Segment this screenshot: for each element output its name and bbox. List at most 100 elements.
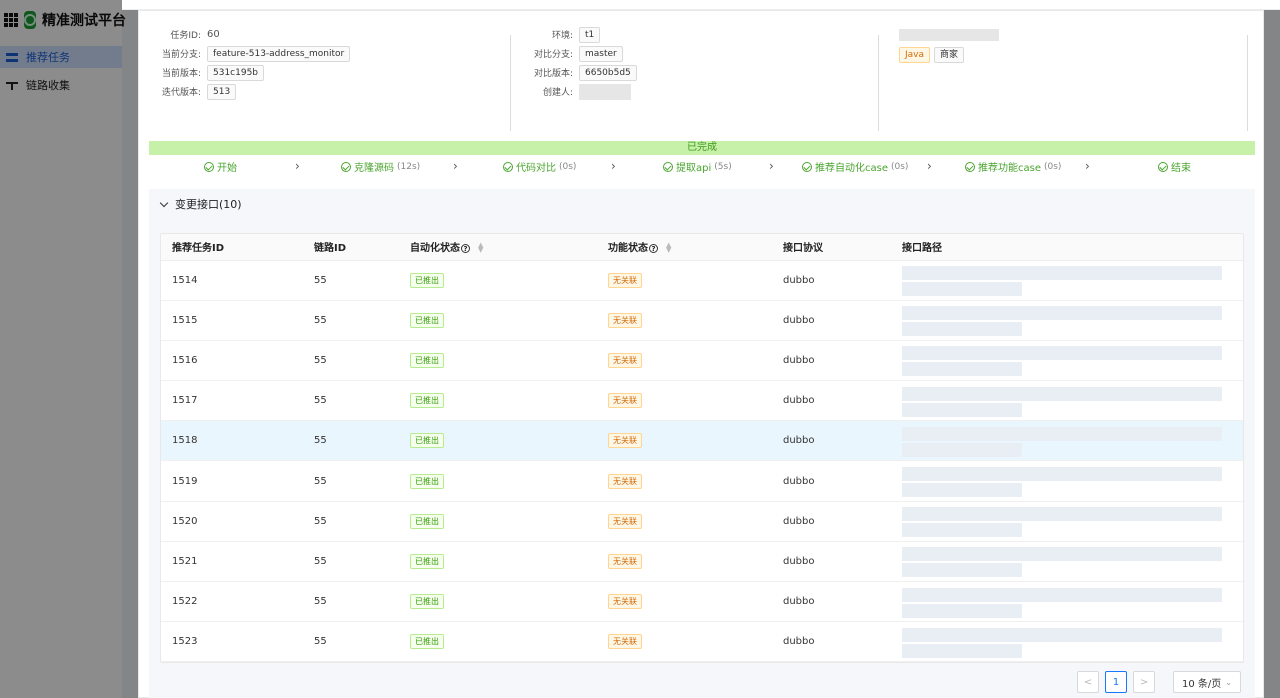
path-blurred <box>902 603 1022 618</box>
progress-steps: 开始 › 克隆源码 (12s) › 代码对比 (0s) › 提取api (5s) › … <box>149 159 1255 179</box>
check-circle-icon <box>204 161 214 172</box>
col-auto-status[interactable]: 自动化状态? ▲ ▼ <box>399 234 597 261</box>
chevron-right-icon: › <box>927 159 932 173</box>
table-row[interactable]: 1521 55 已推出 无关联 dubbo <box>161 541 1243 583</box>
table-row[interactable]: 1516 55 已推出 无关联 dubbo <box>161 340 1243 382</box>
page-1-button[interactable]: 1 <box>1105 671 1128 693</box>
auto-status-badge: 已推出 <box>410 352 444 368</box>
cell-path[interactable] <box>891 380 1243 422</box>
check-circle-icon <box>965 161 975 172</box>
cell-protocol: dubbo <box>772 501 891 542</box>
cur-version-tag: 531c195b <box>207 64 265 81</box>
func-status-badge: 无关联 <box>608 513 642 529</box>
table-row[interactable]: 1518 55 已推出 无关联 dubbo <box>161 420 1243 462</box>
path-blurred <box>902 523 1022 538</box>
cell-chain-id: 55 <box>303 581 399 623</box>
path-blurred <box>902 467 1222 482</box>
table-row[interactable]: 1520 55 已推出 无关联 dubbo <box>161 501 1243 542</box>
table-row[interactable]: 1515 55 已推出 无关联 dubbo <box>161 300 1243 341</box>
cell-chain-id: 55 <box>303 260 399 301</box>
chevron-down-icon <box>159 198 169 207</box>
cell-path[interactable] <box>891 501 1243 542</box>
func-status-badge: 无关联 <box>608 553 642 569</box>
auto-status-badge: 已推出 <box>410 312 444 328</box>
cell-chain-id: 55 <box>303 300 399 341</box>
check-circle-icon <box>341 161 351 172</box>
cell-path[interactable] <box>891 420 1243 462</box>
cell-protocol: dubbo <box>772 621 891 662</box>
chevron-right-icon: › <box>453 159 458 173</box>
table-row[interactable]: 1519 55 已推出 无关联 dubbo <box>161 460 1243 502</box>
func-status-badge: 无关联 <box>608 352 642 368</box>
path-blurred <box>902 587 1222 602</box>
path-blurred <box>902 426 1222 441</box>
section-title: 变更接口(10) <box>175 198 242 211</box>
sort-icon: ▲ ▼ <box>666 241 672 255</box>
path-blurred <box>902 362 1022 377</box>
func-status-badge: 无关联 <box>608 272 642 288</box>
sidebar-item-chain-collect[interactable]: 链路收集 <box>0 74 122 96</box>
func-status-badge: 无关联 <box>608 312 642 328</box>
table-row[interactable]: 1514 55 已推出 无关联 dubbo <box>161 260 1243 301</box>
table-row[interactable]: 1523 55 已推出 无关联 dubbo <box>161 621 1243 662</box>
cell-task-id: 1522 <box>161 581 303 623</box>
page-size-select[interactable]: 10 条/页 ⌄ <box>1173 671 1241 693</box>
cell-task-id: 1519 <box>161 460 303 502</box>
func-status-badge: 无关联 <box>608 634 642 650</box>
cell-path[interactable] <box>891 621 1243 662</box>
cell-path[interactable] <box>891 581 1243 623</box>
path-blurred <box>902 507 1222 522</box>
table-row[interactable]: 1522 55 已推出 无关联 dubbo <box>161 581 1243 623</box>
pagination: < 1 > 10 条/页 ⌄ <box>1077 671 1241 693</box>
auto-status-badge: 已推出 <box>410 553 444 569</box>
auto-status-badge: 已推出 <box>410 513 444 529</box>
info-col-right: Java 商家 <box>899 25 999 63</box>
chevron-right-icon: › <box>769 159 774 173</box>
col-func-status[interactable]: 功能状态? ▲ ▼ <box>597 234 772 261</box>
info-col-left: 任务ID: 60 当前分支: feature-513-address_monitor… <box>139 25 351 101</box>
cell-task-id: 1517 <box>161 380 303 422</box>
check-circle-icon <box>1158 161 1168 172</box>
sidebar-item-recommend-task[interactable]: 推荐任务 <box>0 46 122 68</box>
cell-path[interactable] <box>891 541 1243 583</box>
cur-branch-tag: feature-513-address_monitor <box>207 45 351 62</box>
sidebar: 精准测试平台 推荐任务 链路收集 <box>0 0 126 698</box>
link-icon <box>6 80 18 90</box>
cmp-branch-label: 对比分支: <box>533 50 573 60</box>
path-blurred <box>902 442 1022 457</box>
next-page-button[interactable]: > <box>1133 671 1156 693</box>
step-diff: 代码对比 (0s) <box>503 159 576 174</box>
check-circle-icon <box>503 161 513 172</box>
auto-status-badge: 已推出 <box>410 634 444 650</box>
cell-path[interactable] <box>891 460 1243 502</box>
cell-path[interactable] <box>891 260 1243 301</box>
path-blurred <box>902 266 1222 281</box>
cur-version-label: 当前版本: <box>161 69 201 79</box>
task-detail-panel: 任务ID: 60 当前分支: feature-513-address_monitor… <box>138 10 1264 698</box>
chevron-right-icon: › <box>295 159 300 173</box>
col-protocol: 接口协议 <box>772 234 891 261</box>
path-blurred <box>902 643 1022 658</box>
section-header[interactable]: 变更接口(10) <box>149 189 1255 219</box>
func-status-badge: 无关联 <box>608 594 642 610</box>
col-task-id: 推荐任务ID <box>161 234 303 261</box>
table-row[interactable]: 1517 55 已推出 无关联 dubbo <box>161 380 1243 422</box>
task-id-value: 60 <box>207 29 220 40</box>
cmp-version-tag: 6650b5d5 <box>579 64 637 81</box>
divider <box>878 35 879 131</box>
cell-chain-id: 55 <box>303 460 399 502</box>
check-circle-icon <box>802 161 812 172</box>
table-header: 推荐任务ID 链路ID 自动化状态? ▲ ▼ 功能状态? ▲ ▼ 接口协议 接口路径 <box>161 234 1243 261</box>
func-status-badge: 无关联 <box>608 393 642 409</box>
cell-chain-id: 55 <box>303 380 399 422</box>
apps-grid-icon[interactable] <box>4 13 18 27</box>
chevron-down-icon: ⌄ <box>1225 677 1232 687</box>
path-blurred <box>902 627 1222 642</box>
auto-status-badge: 已推出 <box>410 393 444 409</box>
biz-tag: 商家 <box>934 47 965 63</box>
path-blurred <box>902 402 1022 417</box>
prev-page-button[interactable]: < <box>1077 671 1100 693</box>
auto-status-badge: 已推出 <box>410 433 444 449</box>
cell-path[interactable] <box>891 300 1243 341</box>
cell-path[interactable] <box>891 340 1243 382</box>
